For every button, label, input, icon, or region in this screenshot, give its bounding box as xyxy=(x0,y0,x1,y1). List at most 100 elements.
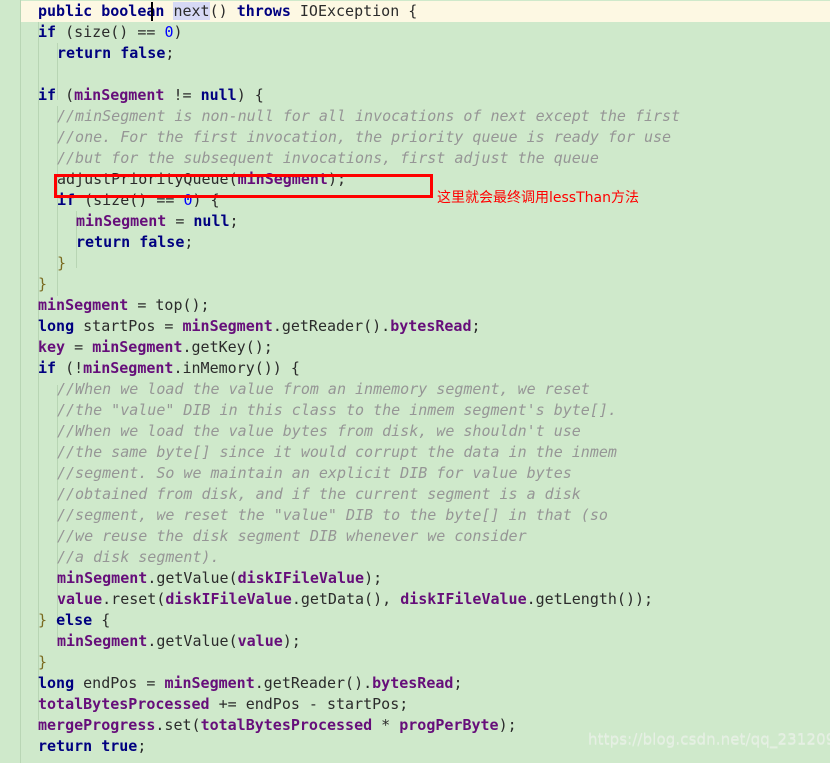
code-token: minSegment xyxy=(182,317,273,335)
code-line[interactable]: long endPos = minSegment.getReader().byt… xyxy=(0,673,830,694)
code-token: //the "value" DIB in this class to the i… xyxy=(57,401,617,419)
code-token: diskIFileValue xyxy=(165,590,292,608)
code-token: return false xyxy=(76,233,185,251)
code-line[interactable]: if (size() == 0) xyxy=(0,22,830,43)
code-text-area[interactable]: public boolean next() throws IOException… xyxy=(0,0,830,763)
code-token: minSegment xyxy=(57,632,148,650)
code-token: ); xyxy=(364,569,383,587)
code-token: } xyxy=(38,275,48,293)
code-token: minSegment xyxy=(83,359,174,377)
code-token: ) { xyxy=(236,86,264,104)
code-token: //we reuse the disk segment DIB whenever… xyxy=(57,527,527,545)
code-token: progPerByte xyxy=(399,716,499,734)
code-token: totalBytesProcessed xyxy=(38,695,210,713)
code-token: .getData(), xyxy=(291,590,401,608)
code-line[interactable] xyxy=(0,64,830,85)
code-token: } xyxy=(38,653,48,671)
code-line[interactable]: } xyxy=(0,253,830,274)
code-token: ; xyxy=(165,44,175,62)
code-token: } xyxy=(57,254,67,272)
code-token: ; xyxy=(137,737,147,755)
code-token: .getValue( xyxy=(147,632,238,650)
code-line[interactable]: //but for the subsequent invocations, fi… xyxy=(0,148,830,169)
code-token: = xyxy=(166,212,194,230)
code-line[interactable]: } xyxy=(0,274,830,295)
code-line[interactable]: if (size() == 0) { xyxy=(0,190,830,211)
code-line[interactable]: return false; xyxy=(0,43,830,64)
code-token: if xyxy=(38,86,57,104)
code-token: mergeProgress xyxy=(38,716,156,734)
code-token: IOException { xyxy=(290,2,418,20)
code-token: value xyxy=(57,590,103,608)
code-token: if xyxy=(57,191,76,209)
code-token: ; xyxy=(471,317,481,335)
code-token: //but for the subsequent invocations, fi… xyxy=(57,149,599,167)
code-line[interactable]: key = minSegment.getKey(); xyxy=(0,337,830,358)
code-token: //When we load the value from an inmemor… xyxy=(57,380,590,398)
code-line[interactable]: //segment, we reset the "value" DIB to t… xyxy=(0,505,830,526)
code-token: .getLength()); xyxy=(526,590,654,608)
code-token: null xyxy=(193,212,230,230)
code-token: (size() == xyxy=(75,191,184,209)
code-line[interactable]: } xyxy=(0,652,830,673)
code-token: != xyxy=(164,86,201,104)
code-token: = top(); xyxy=(128,296,210,314)
code-line[interactable]: return false; xyxy=(0,232,830,253)
code-token: throws xyxy=(236,2,291,20)
code-token: //obtained from disk, and if the current… xyxy=(57,485,581,503)
code-token: .reset( xyxy=(102,590,166,608)
code-token: ); xyxy=(327,170,346,188)
code-token: * xyxy=(372,716,400,734)
code-token: bytesRead xyxy=(372,674,454,692)
code-token: ; xyxy=(229,212,239,230)
code-token: if xyxy=(38,23,57,41)
code-token: minSegment xyxy=(57,569,148,587)
code-token: null xyxy=(200,86,237,104)
code-line[interactable]: //minSegment is non-null for all invocat… xyxy=(0,106,830,127)
code-token: value xyxy=(237,632,283,650)
code-line[interactable]: //a disk segment). xyxy=(0,547,830,568)
code-line[interactable]: if (minSegment != null) { xyxy=(0,85,830,106)
code-line[interactable]: //the "value" DIB in this class to the i… xyxy=(0,400,830,421)
code-line[interactable]: //one. For the first invocation, the pri… xyxy=(0,127,830,148)
code-token: long xyxy=(38,674,75,692)
code-line[interactable]: value.reset(diskIFileValue.getData(), di… xyxy=(0,589,830,610)
code-token: startPos = xyxy=(74,317,183,335)
code-token: minSegment xyxy=(76,212,167,230)
code-token: minSegment xyxy=(237,170,328,188)
code-token: long xyxy=(38,317,75,335)
code-line[interactable]: //obtained from disk, and if the current… xyxy=(0,484,830,505)
code-token: ); xyxy=(282,632,301,650)
code-token: } xyxy=(38,611,57,629)
code-line[interactable]: minSegment.getValue(value); xyxy=(0,631,830,652)
code-line[interactable]: minSegment.getValue(diskIFileValue); xyxy=(0,568,830,589)
code-line[interactable]: } else { xyxy=(0,610,830,631)
code-line[interactable]: minSegment = top(); xyxy=(0,295,830,316)
code-token: //one. For the first invocation, the pri… xyxy=(57,128,672,146)
code-token: //minSegment is non-null for all invocat… xyxy=(57,107,681,125)
code-line[interactable]: if (!minSegment.inMemory()) { xyxy=(0,358,830,379)
code-token: minSegment xyxy=(38,296,129,314)
code-line[interactable]: public boolean next() throws IOException… xyxy=(0,1,830,22)
code-token: ( xyxy=(56,86,75,104)
code-line[interactable]: //the same byte[] since it would corrupt… xyxy=(0,442,830,463)
code-line[interactable]: //When we load the value bytes from disk… xyxy=(0,421,830,442)
code-line[interactable]: long startPos = minSegment.getReader().b… xyxy=(0,316,830,337)
code-token: totalBytesProcessed xyxy=(200,716,373,734)
code-token: bytesRead xyxy=(390,317,472,335)
code-token: ) { xyxy=(192,191,220,209)
code-line[interactable]: totalBytesProcessed += endPos - startPos… xyxy=(0,694,830,715)
code-token: () xyxy=(209,2,237,20)
code-token: minSegment xyxy=(164,674,255,692)
code-line[interactable]: adjustPriorityQueue(minSegment); xyxy=(0,169,830,190)
red-annotation-label: 这里就会最终调用lessThan方法 xyxy=(437,190,639,206)
code-token: (size() == xyxy=(56,23,165,41)
code-token: diskIFileValue xyxy=(237,569,365,587)
code-token: if xyxy=(38,359,57,377)
csdn-watermark: https://blog.csdn.net/qq_23120963 xyxy=(588,730,830,748)
code-line[interactable]: //we reuse the disk segment DIB whenever… xyxy=(0,526,830,547)
code-line[interactable]: //segment. So we maintain an explicit DI… xyxy=(0,463,830,484)
code-line[interactable]: //When we load the value from an inmemor… xyxy=(0,379,830,400)
code-line[interactable]: minSegment = null; xyxy=(0,211,830,232)
